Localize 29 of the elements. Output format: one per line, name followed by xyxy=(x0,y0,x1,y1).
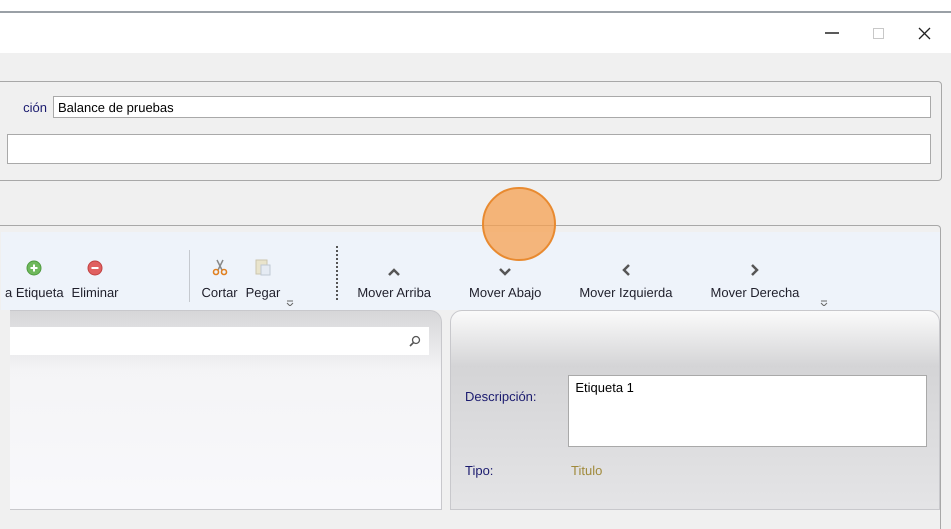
type-value: Titulo xyxy=(571,463,602,478)
overflow-icon[interactable] xyxy=(284,300,296,306)
toolbar-button[interactable]: a Etiqueta xyxy=(1,260,68,306)
search-field[interactable] xyxy=(10,327,429,355)
field-label: ción xyxy=(22,100,47,114)
overflow-icon[interactable] xyxy=(818,300,830,306)
toolbar-button[interactable]: Cortar xyxy=(198,258,242,306)
plus-circle-icon xyxy=(26,260,42,276)
toolbar-button[interactable]: Mover Izquierda xyxy=(560,264,692,306)
minus-circle-icon xyxy=(87,260,104,276)
chevron-down-icon xyxy=(499,268,512,276)
search-icon xyxy=(409,335,421,347)
chevron-up-icon xyxy=(388,268,400,276)
close-icon xyxy=(918,26,930,40)
text-field[interactable] xyxy=(7,134,931,164)
toolbar-button[interactable]: Mover Abajo xyxy=(450,268,560,306)
scissors-icon xyxy=(210,258,229,276)
toolbar-button[interactable]: Eliminar xyxy=(68,260,123,306)
clipboard-icon xyxy=(254,258,271,276)
toolbar-button[interactable]: Mover Derecha xyxy=(692,264,818,306)
text-field[interactable]: Balance de pruebas xyxy=(53,96,931,118)
toolbar-button[interactable]: Mover Arriba xyxy=(338,268,450,306)
field-label: Descripción: xyxy=(465,388,538,404)
field-label: Tipo: xyxy=(465,463,494,478)
description-field[interactable]: Etiqueta 1 xyxy=(568,375,927,447)
maximize-icon xyxy=(872,28,884,38)
chevron-left-icon xyxy=(622,264,630,276)
chevron-right-icon xyxy=(750,264,759,276)
minimize-icon xyxy=(825,32,839,34)
